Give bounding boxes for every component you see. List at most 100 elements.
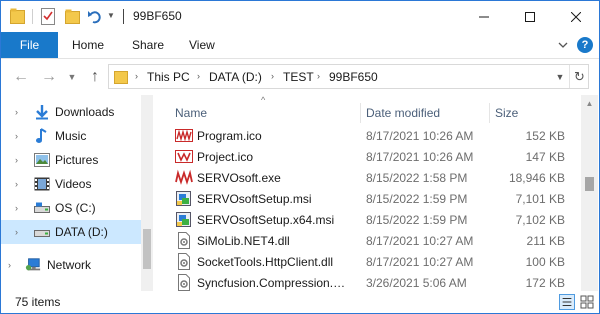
maximize-button[interactable] xyxy=(507,1,553,32)
column-header-size[interactable]: Size xyxy=(495,106,518,120)
file-row[interactable]: SERVOsoftSetup.msi 8/15/2022 1:59 PM 7,1… xyxy=(175,188,581,209)
drive-icon xyxy=(34,224,50,240)
dll-file-icon xyxy=(178,274,190,291)
expand-chevron-icon[interactable]: › xyxy=(15,179,25,189)
navigation-pane: › Downloads › Music › Pictures › Videos … xyxy=(1,95,153,291)
file-row[interactable]: SocketTools.HttpClient.dll 8/17/2021 10:… xyxy=(175,251,581,272)
nav-item-pictures[interactable]: › Pictures xyxy=(1,148,141,172)
breadcrumb-chevron-icon[interactable]: › xyxy=(317,71,320,81)
recent-locations-chevron-icon[interactable]: ▼ xyxy=(67,69,77,85)
nav-item-label: Pictures xyxy=(55,153,99,167)
nav-item-network[interactable]: › Network xyxy=(1,253,141,277)
servo-ico-icon xyxy=(175,150,193,163)
breadcrumb-chevron-icon[interactable]: › xyxy=(135,71,138,81)
explorer-window: ▼ 99BF650 File Home Share View ? ← → ▼ ↑ xyxy=(0,0,600,314)
msi-installer-icon xyxy=(176,191,191,206)
tab-share[interactable]: Share xyxy=(132,38,164,52)
file-date-modified: 8/17/2021 10:26 AM xyxy=(366,129,474,143)
undo-icon[interactable] xyxy=(87,8,103,25)
file-row[interactable]: SERVOsoft.exe 8/15/2022 1:58 PM 18,946 K… xyxy=(175,167,581,188)
properties-icon[interactable] xyxy=(41,8,55,25)
item-count: 75 items xyxy=(15,295,61,309)
nav-item-os-c[interactable]: › OS (C:) xyxy=(1,196,141,220)
msi-installer-icon xyxy=(176,212,191,227)
nav-item-videos[interactable]: › Videos xyxy=(1,172,141,196)
nav-item-label: Downloads xyxy=(55,105,115,119)
breadcrumb-data-d[interactable]: DATA (D:) xyxy=(209,70,262,84)
breadcrumb-chevron-icon[interactable]: › xyxy=(197,71,200,81)
file-name: Syncfusion.Compression.B... xyxy=(197,276,349,290)
back-arrow-icon[interactable]: ← xyxy=(13,68,29,85)
servo-exe-icon xyxy=(175,169,193,185)
large-icons-view-icon[interactable] xyxy=(579,294,595,310)
nav-item-label: Videos xyxy=(55,177,92,191)
title-bar: ▼ 99BF650 xyxy=(1,1,599,32)
navigation-pane-scrollbar[interactable] xyxy=(141,95,153,291)
file-date-modified: 8/17/2021 10:26 AM xyxy=(366,150,474,164)
expand-chevron-icon[interactable]: › xyxy=(15,131,25,141)
file-name: SERVOsoftSetup.msi xyxy=(197,192,312,206)
file-date-modified: 8/17/2021 10:27 AM xyxy=(366,234,474,248)
nav-item-music[interactable]: › Music xyxy=(1,124,141,148)
file-name: SiMoLib.NET4.dll xyxy=(197,234,290,248)
up-arrow-icon[interactable]: ↑ xyxy=(87,68,103,85)
minimize-button[interactable] xyxy=(461,1,507,32)
column-header-name[interactable]: Name xyxy=(175,106,207,120)
details-view-icon[interactable] xyxy=(559,294,575,310)
nav-item-label: Network xyxy=(47,258,92,272)
tab-home[interactable]: Home xyxy=(72,38,104,52)
file-list: ^ Name Date modified Size Program.ico 8/… xyxy=(153,95,581,291)
expand-chevron-icon[interactable]: › xyxy=(15,227,25,237)
breadcrumb-this-pc[interactable]: This PC xyxy=(147,70,190,84)
scrollbar-thumb[interactable] xyxy=(585,177,594,191)
column-header-date-modified[interactable]: Date modified xyxy=(366,106,440,120)
window-title: 99BF650 xyxy=(133,9,182,23)
tab-file[interactable]: File xyxy=(1,32,58,58)
nav-item-downloads[interactable]: › Downloads xyxy=(1,100,141,124)
breadcrumb-test[interactable]: TEST xyxy=(283,70,314,84)
file-row[interactable]: Project.ico 8/17/2021 10:26 AM 147 KB xyxy=(175,146,581,167)
file-size: 18,946 KB xyxy=(508,171,565,185)
dll-file-icon xyxy=(178,253,190,270)
file-list-scrollbar[interactable]: ▲ xyxy=(581,95,598,291)
nav-item-label: OS (C:) xyxy=(55,201,96,215)
file-date-modified: 8/15/2022 1:59 PM xyxy=(366,213,468,227)
scrollbar-thumb[interactable] xyxy=(143,229,151,269)
film-icon xyxy=(34,176,50,192)
file-name: Project.ico xyxy=(197,150,254,164)
navigation-bar: ← → ▼ ↑ › This PC › DATA (D:) › TEST › 9… xyxy=(1,59,599,95)
breadcrumb-chevron-icon[interactable]: › xyxy=(271,71,274,81)
file-row[interactable]: Program.ico 8/17/2021 10:26 AM 152 KB xyxy=(175,125,581,146)
nav-item-label: DATA (D:) xyxy=(55,225,108,239)
breadcrumb-99bf650[interactable]: 99BF650 xyxy=(329,70,378,84)
new-folder-icon[interactable] xyxy=(65,8,80,25)
tab-view[interactable]: View xyxy=(189,38,215,52)
close-button[interactable] xyxy=(553,1,599,32)
folder-icon[interactable] xyxy=(10,8,25,25)
scroll-up-icon[interactable]: ▲ xyxy=(581,95,598,112)
refresh-icon[interactable]: ↻ xyxy=(569,65,589,88)
help-icon[interactable]: ? xyxy=(577,37,593,53)
servo-ico-icon xyxy=(175,129,193,142)
column-divider[interactable] xyxy=(489,103,490,123)
expand-chevron-icon[interactable]: › xyxy=(8,260,18,270)
status-bar: 75 items xyxy=(1,291,599,313)
file-row[interactable]: Syncfusion.Compression.B... 3/26/2021 5:… xyxy=(175,272,581,291)
drive-icon xyxy=(34,200,50,216)
expand-chevron-icon[interactable]: › xyxy=(15,203,25,213)
maximize-icon xyxy=(525,11,535,22)
file-size: 211 KB xyxy=(526,234,565,248)
expand-chevron-icon[interactable]: › xyxy=(15,107,25,117)
file-size: 152 KB xyxy=(525,129,565,143)
customize-quick-access-chevron-icon[interactable]: ▼ xyxy=(107,11,116,20)
address-history-chevron-icon[interactable]: ▼ xyxy=(551,65,569,88)
forward-arrow-icon[interactable]: → xyxy=(41,68,57,85)
file-row[interactable]: SERVOsoftSetup.x64.msi 8/15/2022 1:59 PM… xyxy=(175,209,581,230)
address-bar[interactable]: › This PC › DATA (D:) › TEST › 99BF650 ▼… xyxy=(108,64,589,89)
expand-ribbon-chevron-icon[interactable] xyxy=(557,39,569,51)
expand-chevron-icon[interactable]: › xyxy=(15,155,25,165)
column-divider[interactable] xyxy=(360,103,361,123)
file-row[interactable]: SiMoLib.NET4.dll 8/17/2021 10:27 AM 211 … xyxy=(175,230,581,251)
nav-item-data-d[interactable]: › DATA (D:) xyxy=(1,220,141,244)
sort-ascending-icon: ^ xyxy=(261,95,266,105)
